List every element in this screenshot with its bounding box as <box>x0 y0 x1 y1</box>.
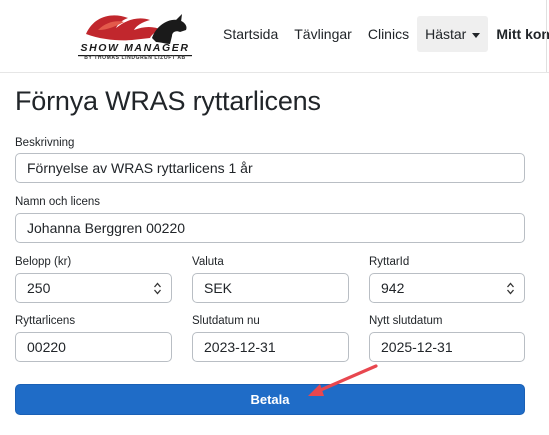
currency-field[interactable]: SEK <box>192 273 349 303</box>
amount-field[interactable]: 250 <box>15 273 172 303</box>
name-license-label: Namn och licens <box>15 196 101 208</box>
navbar-divider <box>546 0 547 72</box>
brand-subtitle: BY THOMAS LINDGREN LIZOFT AB <box>84 55 186 61</box>
new-end-date-field[interactable]: 2025-12-31 <box>369 332 525 362</box>
description-label: Beskrivning <box>15 137 75 149</box>
license-field[interactable]: 00220 <box>15 332 172 362</box>
license-label: Ryttarlicens <box>15 315 76 327</box>
top-navbar: SHOW MANAGER BY THOMAS LINDGREN LIZOFT A… <box>0 0 549 73</box>
currency-label: Valuta <box>192 256 224 268</box>
description-field[interactable]: Förnyelse av WRAS ryttarlicens 1 år <box>15 153 525 183</box>
nav-item-hastar-label: Hästar <box>425 26 467 42</box>
caret-down-icon <box>472 32 481 38</box>
rider-id-value: 942 <box>381 280 405 296</box>
main-nav: Startsida Tävlingar Clinics Hästar Mitt … <box>215 16 549 52</box>
nav-item-tavlingar[interactable]: Tävlingar <box>286 16 360 52</box>
nav-item-clinics[interactable]: Clinics <box>360 16 417 52</box>
nav-item-mitt-konto[interactable]: Mitt konto <box>488 16 549 52</box>
pay-button[interactable]: Betala <box>15 384 525 415</box>
spinner-arrows-icon[interactable] <box>506 281 515 296</box>
name-license-field[interactable]: Johanna Berggren 00220 <box>15 213 525 243</box>
nav-item-hastar-dropdown[interactable]: Hästar <box>417 16 489 52</box>
new-end-date-label: Nytt slutdatum <box>369 315 443 327</box>
spinner-arrows-icon[interactable] <box>153 281 162 296</box>
amount-value: 250 <box>27 280 51 296</box>
rider-id-field[interactable]: 942 <box>369 273 525 303</box>
brand-name: SHOW MANAGER <box>80 42 190 54</box>
page-title: Förnya WRAS ryttarlicens <box>15 86 321 116</box>
amount-label: Belopp (kr) <box>15 256 72 268</box>
end-date-label: Slutdatum nu <box>192 315 260 327</box>
end-date-field[interactable]: 2023-12-31 <box>192 332 349 362</box>
rider-id-label: RyttarId <box>369 256 410 268</box>
nav-item-startsida[interactable]: Startsida <box>215 16 286 52</box>
